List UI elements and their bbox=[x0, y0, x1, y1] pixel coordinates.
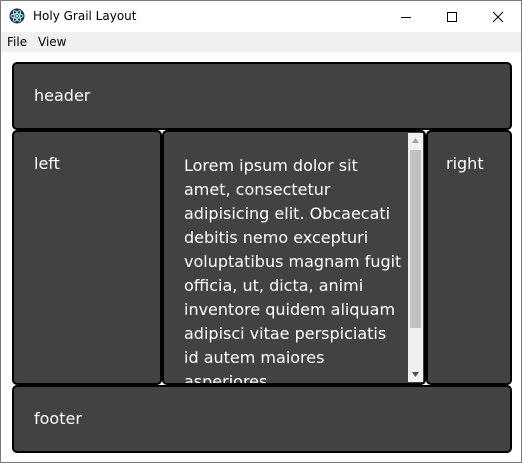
right-label: right bbox=[446, 154, 484, 173]
scroll-thumb[interactable] bbox=[410, 150, 421, 328]
maximize-button[interactable] bbox=[429, 1, 475, 32]
close-button[interactable] bbox=[475, 1, 521, 32]
main-content-panel[interactable]: Lorem ipsum dolor sit amet, consectetur … bbox=[162, 130, 426, 385]
window-title: Holy Grail Layout bbox=[33, 9, 137, 23]
close-icon bbox=[492, 11, 504, 23]
arrow-down-icon bbox=[412, 372, 419, 377]
maximize-icon bbox=[447, 12, 457, 22]
footer-panel: footer bbox=[12, 385, 512, 453]
app-window: Holy Grail Layout File View header left … bbox=[0, 0, 522, 463]
title-bar[interactable]: Holy Grail Layout bbox=[1, 1, 521, 32]
main-content-text: Lorem ipsum dolor sit amet, consectetur … bbox=[184, 156, 402, 385]
vertical-scrollbar[interactable] bbox=[408, 133, 423, 382]
menu-file[interactable]: File bbox=[7, 35, 27, 50]
right-panel: right bbox=[426, 130, 512, 385]
minimize-button[interactable] bbox=[383, 1, 429, 32]
footer-label: footer bbox=[34, 409, 82, 428]
header-panel: header bbox=[12, 62, 512, 130]
header-label: header bbox=[34, 86, 91, 105]
menu-view[interactable]: View bbox=[38, 35, 66, 50]
left-panel: left bbox=[12, 130, 162, 385]
minimize-icon bbox=[401, 17, 411, 18]
left-label: left bbox=[34, 154, 60, 173]
menu-bar: File View bbox=[1, 32, 521, 52]
arrow-up-icon bbox=[412, 138, 419, 143]
electron-atom-icon bbox=[9, 8, 25, 24]
scroll-down-button[interactable] bbox=[408, 367, 423, 382]
scroll-up-button[interactable] bbox=[408, 133, 423, 148]
